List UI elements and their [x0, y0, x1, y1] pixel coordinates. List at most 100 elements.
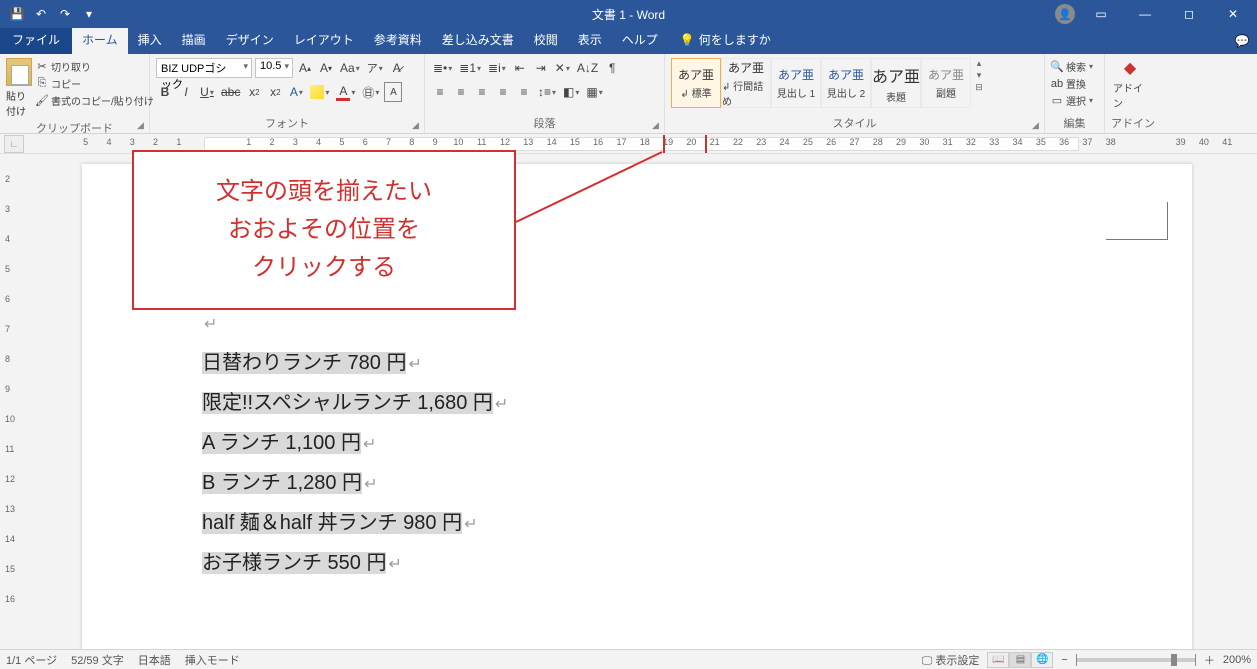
superscript-button[interactable]: x2 — [266, 82, 284, 102]
share-icon[interactable]: 💬 — [1227, 28, 1257, 54]
asian-layout-button[interactable]: ✕ — [553, 58, 572, 78]
tab-draw[interactable]: 描画 — [172, 27, 216, 54]
bullets-button[interactable]: ≣• — [431, 58, 454, 78]
font-size-combo[interactable]: 10.5 — [255, 58, 293, 78]
tab-design[interactable]: デザイン — [216, 27, 284, 54]
tab-selector[interactable]: ∟ — [4, 135, 24, 153]
tab-file[interactable]: ファイル — [0, 27, 72, 54]
font-color-button[interactable]: A — [334, 82, 357, 102]
save-icon[interactable]: 💾 — [6, 3, 28, 25]
text-line[interactable]: お子様ランチ 550 円 — [202, 552, 386, 574]
bold-button[interactable]: B — [156, 82, 174, 102]
tab-mailings[interactable]: 差し込み文書 — [432, 27, 524, 54]
text-line[interactable]: 日替わりランチ 780 円 — [202, 352, 406, 374]
display-settings-button[interactable]: 🖵 表示設定 — [922, 652, 980, 668]
qat-more-icon[interactable]: ▾ — [78, 3, 100, 25]
justify-button[interactable]: ≡ — [494, 82, 512, 102]
character-border-button[interactable]: A — [384, 82, 402, 102]
status-page[interactable]: 1/1 ページ — [6, 652, 57, 668]
page-content[interactable]: ↵ 日替わりランチ 780 円↵ 限定!!スペシャルランチ 1,680 円↵ A… — [202, 304, 508, 584]
status-insert-mode[interactable]: 挿入モード — [185, 652, 240, 668]
close-icon[interactable]: ✕ — [1215, 0, 1251, 28]
tell-me-search[interactable]: 💡何をしますか — [674, 27, 777, 54]
print-layout-button[interactable]: ▤ — [1009, 652, 1031, 668]
sort-button[interactable]: A↓Z — [575, 58, 600, 78]
paragraph-dialog-launcher[interactable]: ◢ — [652, 120, 662, 130]
select-button[interactable]: ▭選択▾ — [1051, 93, 1093, 108]
subscript-button[interactable]: x2 — [245, 82, 263, 102]
read-mode-button[interactable]: 📖 — [987, 652, 1009, 668]
text-line[interactable]: half 麺＆half 丼ランチ 980 円 — [202, 512, 462, 534]
highlight-button[interactable] — [308, 82, 331, 102]
zoom-slider[interactable] — [1076, 658, 1196, 662]
distributed-button[interactable]: ≡ — [515, 82, 533, 102]
show-marks-button[interactable]: ¶ — [603, 58, 621, 78]
text-effects-button[interactable]: A — [287, 82, 305, 102]
clear-formatting-button[interactable]: A̷ — [388, 58, 406, 78]
underline-button[interactable]: U — [198, 82, 216, 102]
numbering-button[interactable]: ≣1 — [457, 58, 483, 78]
italic-button[interactable]: I — [177, 82, 195, 102]
cut-button[interactable]: ✂切り取り — [36, 59, 154, 74]
ruler-annotation-highlight — [663, 135, 707, 153]
change-case-button[interactable]: Aa — [338, 58, 362, 78]
margin-mark — [1106, 202, 1168, 240]
zoom-in-button[interactable]: ＋ — [1204, 652, 1215, 668]
styles-gallery-more[interactable]: ▴▾⊟ — [971, 58, 987, 97]
phonetic-guide-button[interactable]: ア — [365, 58, 385, 78]
tab-home[interactable]: ホーム — [72, 27, 128, 54]
tab-view[interactable]: 表示 — [568, 27, 612, 54]
multilevel-list-button[interactable]: ≣i — [486, 58, 508, 78]
font-dialog-launcher[interactable]: ◢ — [412, 120, 422, 130]
addins-button[interactable]: ◆ アドイン — [1113, 58, 1147, 110]
tab-layout[interactable]: レイアウト — [284, 27, 364, 54]
redo-icon[interactable]: ↷ — [54, 3, 76, 25]
replace-button[interactable]: ab置換 — [1051, 76, 1093, 91]
text-line[interactable]: B ランチ 1,280 円 — [202, 472, 362, 494]
ribbon-display-options-icon[interactable]: ▭ — [1083, 0, 1119, 28]
strikethrough-button[interactable]: abc — [219, 82, 242, 102]
align-right-button[interactable]: ≡ — [473, 82, 491, 102]
style-normal[interactable]: あア亜↲ 標準 — [671, 58, 721, 108]
undo-icon[interactable]: ↶ — [30, 3, 52, 25]
borders-button[interactable]: ▦ — [584, 82, 604, 102]
minimize-icon[interactable]: — — [1127, 0, 1163, 28]
user-avatar-icon[interactable]: 👤 — [1055, 4, 1075, 24]
style-heading1[interactable]: あア亜見出し 1 — [771, 58, 821, 108]
copy-button[interactable]: ⎘コピー — [36, 76, 154, 91]
align-left-button[interactable]: ≡ — [431, 82, 449, 102]
zoom-thumb[interactable] — [1171, 654, 1177, 666]
shrink-font-button[interactable]: A▾ — [317, 58, 335, 78]
tab-review[interactable]: 校閲 — [524, 27, 568, 54]
zoom-level[interactable]: 200% — [1223, 654, 1251, 666]
style-heading2[interactable]: あア亜見出し 2 — [821, 58, 871, 108]
zoom-out-button[interactable]: − — [1061, 654, 1067, 666]
font-name-combo[interactable]: BIZ UDPゴシック — [156, 58, 252, 78]
increase-indent-button[interactable]: ⇥ — [532, 58, 550, 78]
text-line[interactable]: A ランチ 1,100 円 — [202, 432, 361, 454]
vertical-ruler[interactable]: 2345678910111213141516 — [0, 154, 22, 649]
paste-button[interactable]: 貼り付け — [6, 58, 32, 118]
status-language[interactable]: 日本語 — [138, 652, 171, 668]
style-title[interactable]: あア亜表題 — [871, 58, 921, 108]
text-line[interactable]: 限定!!スペシャルランチ 1,680 円 — [202, 392, 493, 414]
enclose-characters-button[interactable]: ㊐ — [360, 82, 381, 102]
grow-font-button[interactable]: A▴ — [296, 58, 314, 78]
format-painter-button[interactable]: 🖌書式のコピー/貼り付け — [36, 93, 154, 108]
style-no-spacing[interactable]: あア亜↲ 行間詰め — [721, 58, 771, 108]
tab-help[interactable]: ヘルプ — [612, 27, 668, 54]
align-center-button[interactable]: ≡ — [452, 82, 470, 102]
tab-references[interactable]: 参考資料 — [364, 27, 432, 54]
line-spacing-button[interactable]: ↕≡ — [536, 82, 558, 102]
shading-button[interactable]: ◧ — [561, 82, 581, 102]
copy-icon: ⎘ — [36, 78, 48, 90]
styles-dialog-launcher[interactable]: ◢ — [1032, 120, 1042, 130]
maximize-icon[interactable]: ◻ — [1171, 0, 1207, 28]
decrease-indent-button[interactable]: ⇤ — [511, 58, 529, 78]
style-subtitle[interactable]: あア亜副題 — [921, 58, 971, 108]
tab-insert[interactable]: 挿入 — [128, 27, 172, 54]
web-layout-button[interactable]: 🌐 — [1031, 652, 1053, 668]
status-word-count[interactable]: 52/59 文字 — [71, 652, 124, 668]
find-button[interactable]: 🔍検索▾ — [1051, 59, 1093, 74]
clipboard-dialog-launcher[interactable]: ◢ — [137, 120, 147, 130]
